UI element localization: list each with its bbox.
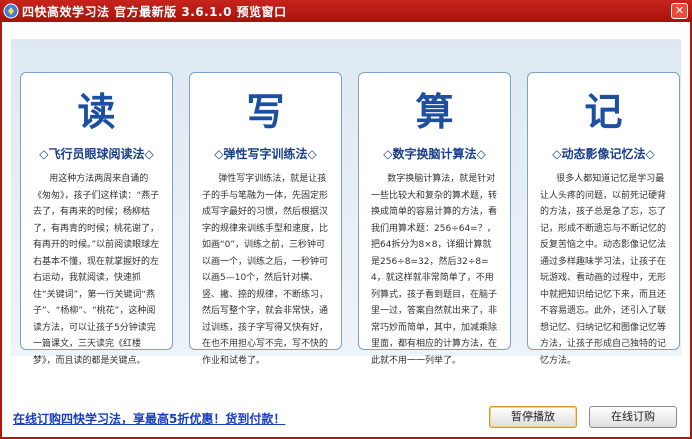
close-icon: ✕ [674, 4, 685, 17]
card-char: 读 [77, 89, 116, 134]
online-order-button[interactable]: 在线订购 [589, 406, 677, 428]
card-memory: 记 ◇动态影像记忆法◇ 很多人都知道记忆是学习最让人头疼的问题，以前死记硬背的方… [527, 72, 680, 366]
pause-playback-button[interactable]: 暂停播放 [489, 406, 577, 428]
card-reading: 读 ◇飞行员眼球阅读法◇ 用这种方法两周来自诵的《匆匆》，孩子们这样读：“燕子去… [20, 72, 173, 366]
card-heading: ◇弹性写字训练法◇ [214, 147, 317, 161]
card-heading: ◇数字换脑计算法◇ [383, 147, 486, 161]
card-calculation: 算 ◇数字换脑计算法◇ 数字换脑计算法，就是针对一些比较大和复杂的算术题，转换成… [358, 72, 511, 366]
card-body: 很多人都知道记忆是学习最让人头疼的问题，以前死记硬背的方法，孩子总是急了忘，忘了… [540, 174, 667, 366]
card-char: 记 [584, 89, 623, 134]
card-writing: 写 ◇弹性写字训练法◇ 弹性写字训练法，就是让孩子的手与笔融为一体，先固定形成写… [189, 72, 342, 366]
card-body: 用这种方法两周来自诵的《匆匆》，孩子们这样读：“燕子去了，有再来的时候；杨柳枯了… [33, 174, 160, 366]
app-icon [3, 3, 19, 19]
close-button[interactable]: ✕ [671, 3, 688, 19]
card-char: 写 [246, 89, 285, 134]
card-body: 数字换脑计算法，就是针对一些比较大和复杂的算术题，转换成简单的容易计算的方法，看… [371, 174, 498, 366]
window-title: 四快高效学习法 官方最新版 3.6.1.0 预览窗口 [22, 5, 287, 19]
card-heading: ◇动态影像记忆法◇ [552, 147, 655, 161]
card-heading: ◇飞行员眼球阅读法◇ [39, 147, 154, 161]
card-body: 弹性写字训练法，就是让孩子的手与笔融为一体，先固定形成写字最好的习惯，然后根据汉… [202, 174, 329, 366]
card-char: 算 [415, 89, 454, 134]
title-bar: 四快高效学习法 官方最新版 3.6.1.0 预览窗口 ✕ [0, 0, 692, 22]
order-promo-link[interactable]: 在线订购四快学习法，享最高5折优惠！货到付款！ [13, 410, 285, 427]
